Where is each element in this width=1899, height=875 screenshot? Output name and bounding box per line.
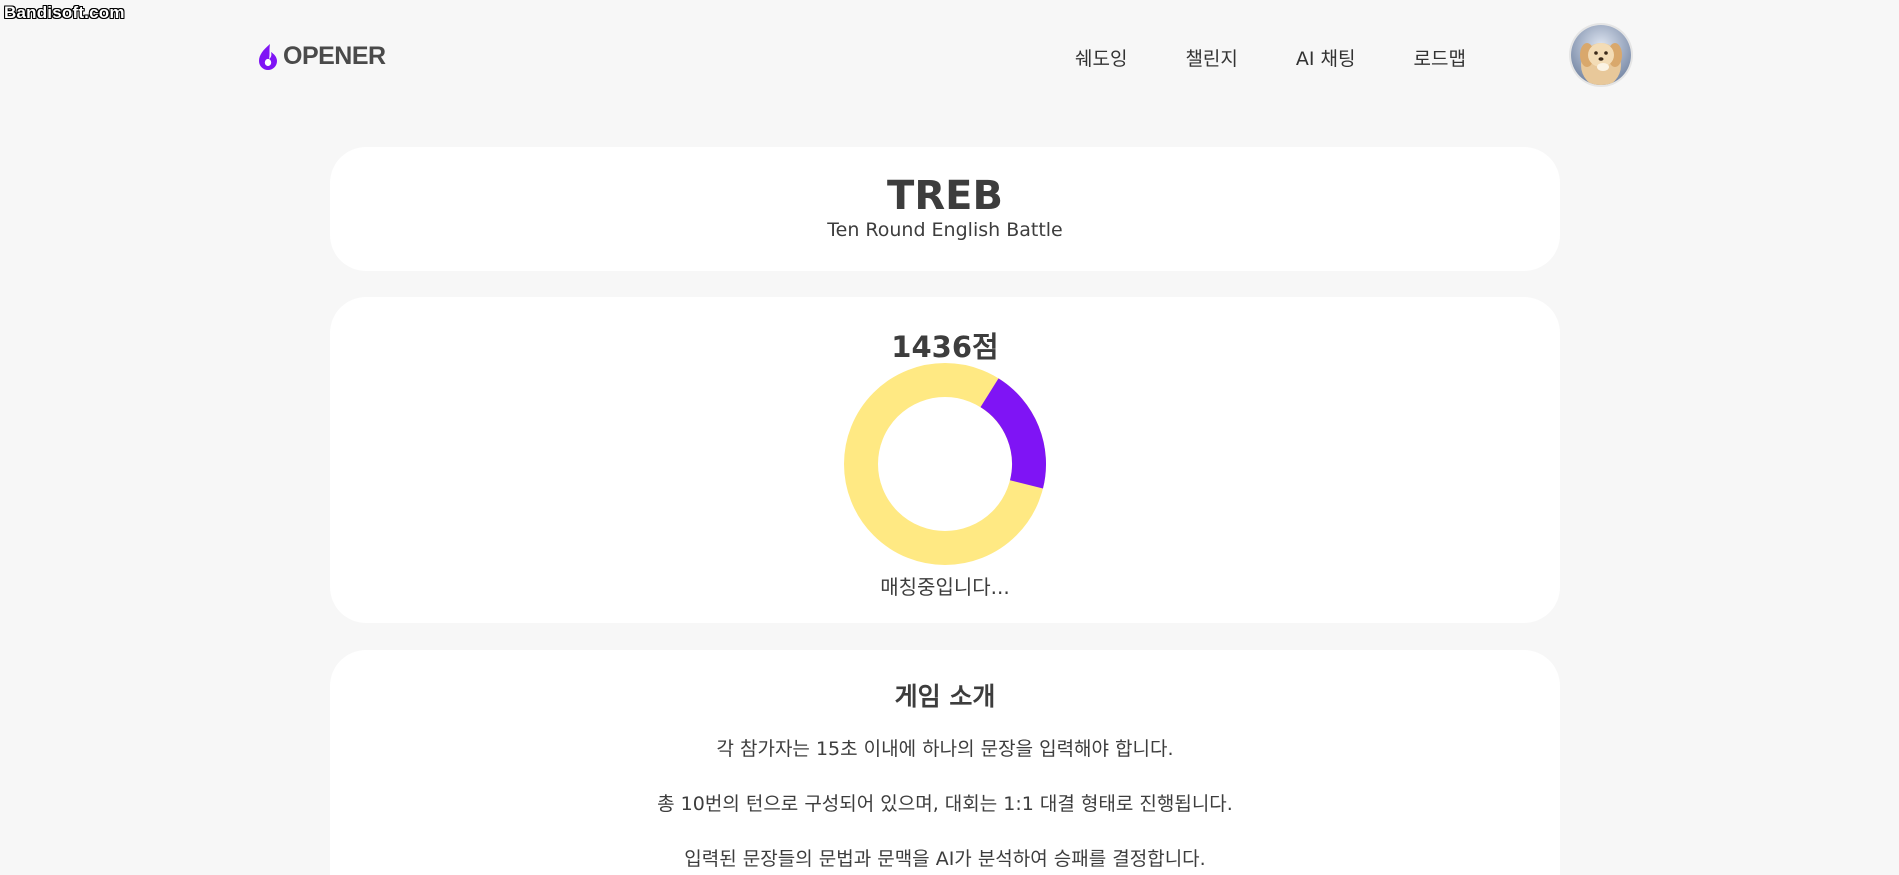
intro-line: 총 10번의 턴으로 구성되어 있으며, 대회는 1:1 대결 형태로 진행됩니… — [657, 793, 1233, 815]
title-card: TREB Ten Round English Battle — [330, 147, 1560, 271]
intro-line: 입력된 문장들의 문법과 문맥을 AI가 분석하여 승패를 결정합니다. — [684, 848, 1206, 870]
game-title: TREB — [887, 173, 1003, 219]
nav-item-roadmap[interactable]: 로드맵 — [1414, 44, 1466, 71]
logo-text: OPENER — [283, 42, 386, 70]
matching-progress-ring — [844, 363, 1046, 565]
intro-card: 게임 소개 각 참가자는 15초 이내에 하나의 문장을 입력해야 합니다. 총… — [330, 650, 1560, 875]
nav-item-ai-chat[interactable]: AI 채팅 — [1296, 44, 1356, 71]
flame-logo-icon — [259, 43, 277, 70]
score-card: 1436점 매칭중입니다... — [330, 297, 1560, 623]
nav-item-challenge[interactable]: 챌린지 — [1185, 44, 1237, 71]
page: Bandisoft.com OPENER 쉐도잉 챌린지 AI 채팅 로드맵 T… — [0, 0, 1899, 875]
score-value: 1436점 — [891, 330, 999, 364]
game-subtitle: Ten Round English Battle — [827, 219, 1063, 241]
watermark: Bandisoft.com — [4, 3, 125, 22]
puppy-avatar-icon — [1571, 25, 1631, 85]
logo-link[interactable]: OPENER — [257, 42, 386, 71]
intro-title: 게임 소개 — [894, 682, 996, 711]
nav-item-shadowing[interactable]: 쉐도잉 — [1075, 44, 1127, 71]
main-nav: 쉐도잉 챌린지 AI 채팅 로드맵 — [1075, 44, 1524, 71]
user-avatar[interactable] — [1571, 25, 1631, 85]
matching-status: 매칭중입니다... — [880, 575, 1010, 599]
intro-line: 각 참가자는 15초 이내에 하나의 문장을 입력해야 합니다. — [716, 738, 1174, 760]
